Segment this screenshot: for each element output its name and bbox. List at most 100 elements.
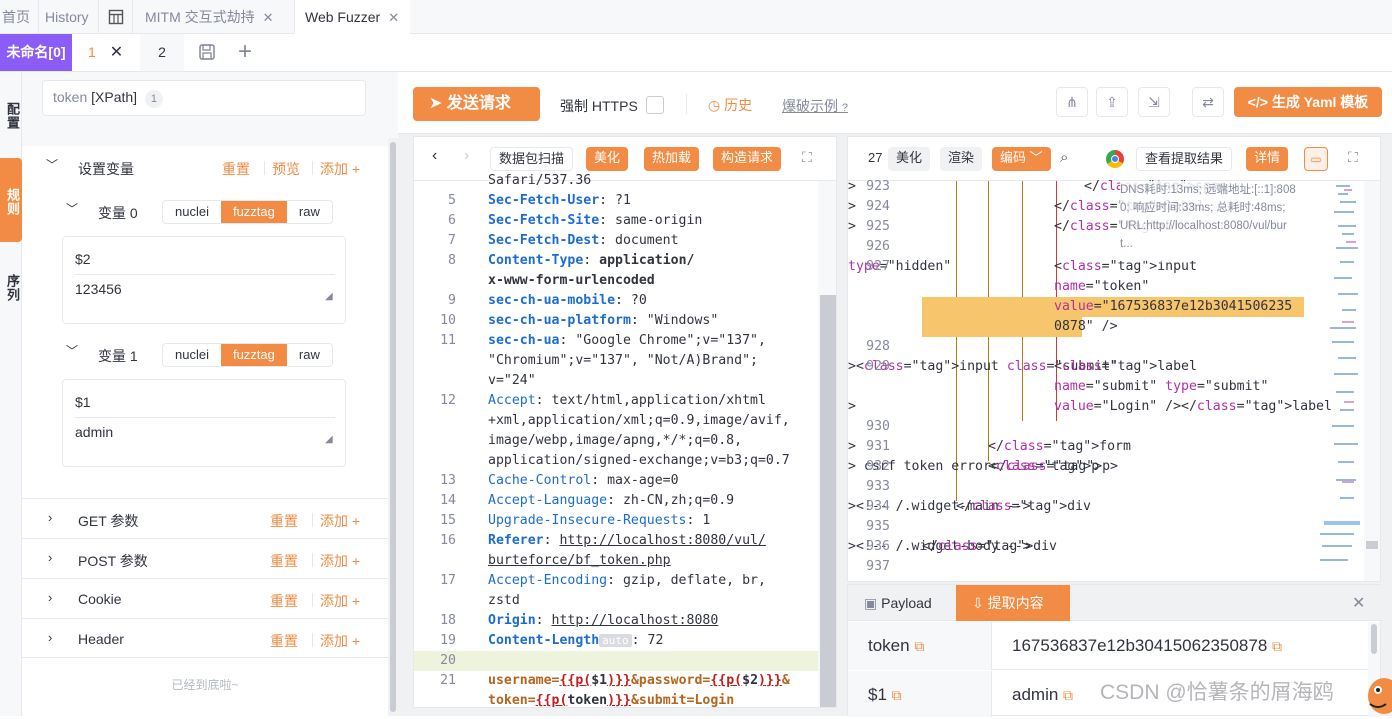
tab-table[interactable] — [98, 0, 132, 34]
request-scrollbar[interactable] — [818, 181, 836, 707]
line-text: Referer: http://localhost:8080/vul/ — [488, 533, 766, 548]
tab-home[interactable]: 首页 — [0, 0, 36, 34]
var-1-mode-switch[interactable]: nuclei fuzztag raw — [162, 343, 333, 367]
fullscreen-icon[interactable]: ⛶ — [802, 149, 812, 166]
chevron-down-icon[interactable]: ﹀ — [46, 156, 58, 173]
reset-button[interactable]: 重置 — [270, 631, 298, 651]
add-button[interactable]: 添加 + — [320, 511, 360, 531]
encode-dropdown[interactable]: 编码 ﹀ — [992, 147, 1051, 171]
reset-button[interactable]: 重置 — [270, 591, 298, 611]
tab-web-fuzzer[interactable]: Web Fuzzer ✕ — [294, 0, 410, 34]
search-icon[interactable]: ⌕ — [1060, 149, 1068, 166]
resize-handle-icon[interactable]: ◢ — [325, 291, 333, 302]
tab-extract[interactable]: ⇩ 提取内容 — [956, 585, 1070, 621]
line-number: 935 — [866, 519, 890, 534]
history-button[interactable]: ◷ 历史 — [708, 95, 752, 115]
send-request-button[interactable]: ➤ 发送请求 — [413, 87, 540, 121]
set-vars-add-button[interactable]: 添加 + — [320, 159, 360, 179]
swap-icon[interactable]: ⇄ — [1192, 87, 1224, 117]
export-icon[interactable]: ⇪ — [1096, 87, 1128, 117]
rail-config[interactable]: 配置 ⚙ — [0, 86, 22, 146]
resize-handle-icon[interactable]: ◢ — [325, 434, 333, 445]
add-button[interactable]: 添加 + — [320, 551, 360, 571]
save-icon[interactable] — [198, 43, 218, 63]
build-request-button[interactable]: 构造请求 — [713, 147, 782, 171]
var-0-value-input[interactable]: 123456 — [75, 281, 335, 305]
add-tab-icon[interactable]: + — [238, 38, 260, 66]
var-0-mode-switch[interactable]: nuclei fuzztag raw — [162, 200, 333, 224]
fullscreen-icon[interactable]: ⛶ — [1348, 149, 1358, 166]
fuzzer-tab-1[interactable]: 1 ✕ — [72, 34, 140, 71]
resp-beautify-button[interactable]: 美化 — [888, 147, 931, 171]
gen-yaml-button[interactable]: </> 生成 Yaml 模板 — [1234, 87, 1382, 117]
copy-icon[interactable]: ⧉ — [914, 638, 924, 654]
comment-icon[interactable]: ▭ — [1304, 147, 1328, 171]
hotload-button[interactable]: 热加载 — [644, 147, 700, 171]
scan-button[interactable]: 数据包扫描 — [490, 147, 574, 171]
share-icon[interactable]: ⋔ — [1056, 87, 1088, 117]
get-params-section[interactable]: › GET 参数 重置 添加 + — [22, 498, 388, 538]
tab-mitm[interactable]: MITM 交互式劫持 ✕ — [132, 0, 294, 34]
group-tab[interactable]: 未命名[0] — [0, 34, 72, 71]
line-number: 929 — [866, 359, 890, 374]
mode-fuzztag[interactable]: fuzztag — [220, 344, 287, 366]
render-button[interactable]: 渲染 — [940, 147, 983, 171]
close-icon[interactable]: ✕ — [388, 10, 399, 25]
response-info: DNS耗时:13ms; 远端地址:[::1]:808 0; 响应时间:33ms;… — [1120, 181, 1310, 261]
copy-icon[interactable]: ⧉ — [1272, 638, 1282, 654]
copy-icon[interactable]: ⧉ — [1063, 687, 1073, 703]
code-line: 929 <class="tag">label ><class="tag">input… — [848, 357, 1308, 377]
force-https-label: 强制 HTTPS — [560, 98, 638, 114]
forward-icon[interactable]: › — [464, 147, 469, 165]
beautify-button[interactable]: 美化 — [586, 147, 629, 171]
close-icon[interactable]: ✕ — [1352, 593, 1365, 613]
code-line: 10 sec-ch-ua-platform: "Windows" — [414, 311, 818, 331]
copy-icon[interactable]: ⧉ — [892, 687, 902, 703]
response-minimap[interactable] — [1314, 181, 1364, 573]
request-code[interactable]: Safari/537.36 5 Sec-Fetch-User: ?1 6 Sec-Fet… — [414, 171, 818, 707]
back-icon[interactable]: ‹ — [432, 147, 437, 165]
header-section[interactable]: › Header 重置 添加 + — [22, 618, 388, 658]
rail-config-label: 配置 — [5, 102, 20, 130]
section-title: GET 参数 — [78, 513, 139, 529]
rail-rules[interactable]: 规则 ▤ — [0, 158, 22, 242]
code-line: token={{p(token)}}&submit=Login — [414, 691, 818, 707]
mode-raw[interactable]: raw — [287, 344, 332, 366]
extractor-tag[interactable]: token [XPath] 1 — [42, 80, 366, 116]
left-scrollbar[interactable] — [388, 138, 398, 716]
cookie-section[interactable]: › Cookie 重置 添加 + — [22, 578, 388, 618]
detail-button[interactable]: 详情 — [1246, 147, 1289, 171]
mode-fuzztag[interactable]: fuzztag — [220, 201, 287, 223]
var-1-key-input[interactable]: $1 — [75, 394, 335, 418]
post-params-section[interactable]: › POST 参数 重置 添加 + — [22, 538, 388, 578]
chevron-down-icon[interactable]: ﹀ — [66, 342, 78, 359]
set-vars-preview-button[interactable]: 预览 — [272, 159, 300, 179]
mode-nuclei[interactable]: nuclei — [163, 201, 221, 223]
mode-raw[interactable]: raw — [287, 201, 332, 223]
extract-key: $1 ⧉ — [848, 671, 992, 717]
extractor-tag-type: [XPath] — [91, 89, 138, 105]
var-0-key-input[interactable]: $2 — [75, 251, 335, 275]
tab-history[interactable]: History — [38, 0, 98, 34]
close-icon[interactable]: ✕ — [263, 10, 274, 25]
force-https-checkbox[interactable] — [646, 96, 664, 114]
add-button[interactable]: 添加 + — [320, 631, 360, 651]
import-icon[interactable]: ⇲ — [1138, 87, 1170, 117]
view-extract-button[interactable]: 查看提取结果 — [1136, 147, 1233, 171]
mode-nuclei[interactable]: nuclei — [163, 344, 221, 366]
var-1-value-input[interactable]: admin — [75, 424, 335, 448]
fuzzer-tab-2[interactable]: 2 — [140, 34, 184, 71]
add-button[interactable]: 添加 + — [320, 591, 360, 611]
reset-button[interactable]: 重置 — [270, 551, 298, 571]
response-scrollbar[interactable] — [1364, 181, 1380, 581]
close-icon[interactable]: ✕ — [110, 44, 123, 61]
set-vars-reset-button[interactable]: 重置 — [222, 159, 250, 179]
example-link[interactable]: 爆破示例 ? — [782, 96, 848, 116]
line-text: Accept-Language: zh-CN,zh;q=0.9 — [488, 493, 735, 508]
code-line: 937 — [848, 557, 1308, 577]
reset-button[interactable]: 重置 — [270, 511, 298, 531]
rail-sequence[interactable]: 序列 ⊟ — [0, 258, 22, 318]
tab-payload[interactable]: ▣ Payload — [848, 585, 956, 621]
chevron-down-icon[interactable]: ﹀ — [66, 200, 78, 217]
chrome-icon[interactable] — [1106, 150, 1124, 168]
